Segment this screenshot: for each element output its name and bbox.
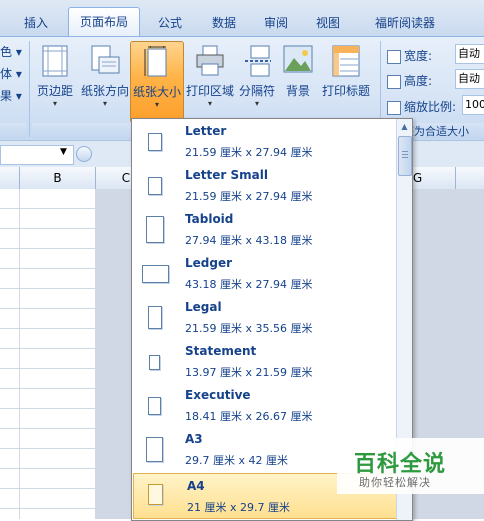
- paper-size-button[interactable]: 纸张大小 ▾: [130, 41, 184, 123]
- chevron-down-icon: ▾: [207, 99, 212, 108]
- page-icon: [148, 177, 162, 195]
- scale-icon: [387, 100, 401, 115]
- paper-size-icon: [144, 46, 170, 81]
- tab-formulas[interactable]: 公式: [142, 11, 198, 35]
- width-icon: [387, 49, 401, 64]
- page-icon: [148, 306, 162, 329]
- tab-page-layout[interactable]: 页面布局: [68, 7, 140, 37]
- print-area-button[interactable]: 打印区域 ▾: [184, 41, 236, 123]
- paper-size-name: Executive: [185, 388, 251, 402]
- print-area-icon: [195, 45, 225, 80]
- height-label: 高度:: [387, 72, 432, 89]
- paper-size-option[interactable]: Statement 13.97 厘米 x 21.59 厘米: [132, 339, 396, 383]
- page-icon: [148, 133, 162, 151]
- paper-size-option[interactable]: Tabloid 27.94 厘米 x 43.18 厘米: [132, 207, 396, 251]
- page-icon: [149, 355, 160, 370]
- margins-icon: [42, 45, 68, 80]
- tab-foxit-reader[interactable]: 福昕阅读器: [360, 11, 450, 35]
- paper-size-dimensions: 21.59 厘米 x 35.56 厘米: [185, 322, 313, 335]
- paper-size-name: A3: [185, 432, 203, 446]
- formula-bar-resize-handle[interactable]: [76, 146, 92, 162]
- breaks-icon: [243, 45, 271, 80]
- paper-size-dimensions: 21.59 厘米 x 27.94 厘米: [185, 146, 313, 159]
- scrollbar-thumb[interactable]: [398, 136, 412, 176]
- tab-data[interactable]: 数据: [196, 11, 252, 35]
- paper-size-name: Statement: [185, 344, 257, 358]
- orientation-button[interactable]: 纸张方向 ▾: [79, 41, 131, 123]
- page-icon: [142, 265, 169, 283]
- paper-size-name: Letter: [185, 124, 227, 138]
- print-titles-label: 打印标题: [321, 84, 370, 98]
- theme-group-footer: [0, 123, 26, 139]
- ribbon-tab-strip: 插入 页面布局 公式 数据 审阅 视图 福昕阅读器: [0, 0, 484, 37]
- paper-size-name: Tabloid: [185, 212, 234, 226]
- paper-size-name: Ledger: [185, 256, 233, 270]
- gridline: [19, 189, 20, 519]
- tab-insert[interactable]: 插入: [8, 11, 64, 35]
- column-divider: [455, 167, 456, 189]
- chevron-down-icon: ▾: [254, 99, 259, 108]
- paper-size-name: A4: [187, 479, 205, 493]
- theme-effects-button[interactable]: 果 ▾: [0, 87, 22, 104]
- paper-size-option[interactable]: Legal 21.59 厘米 x 35.56 厘米: [132, 295, 396, 339]
- paper-size-option[interactable]: Letter Small 21.59 厘米 x 27.94 厘米: [132, 163, 396, 207]
- tab-view[interactable]: 视图: [300, 11, 356, 35]
- scale-label: 缩放比例:: [387, 98, 456, 115]
- height-icon: [387, 74, 401, 89]
- orientation-icon: [90, 45, 120, 80]
- breaks-button[interactable]: 分隔符 ▾: [236, 41, 278, 123]
- paper-size-option[interactable]: Letter 21.59 厘米 x 27.94 厘米: [132, 119, 396, 163]
- grip-icon: [402, 151, 408, 159]
- group-separator: [29, 41, 30, 137]
- breaks-label: 分隔符: [238, 84, 275, 98]
- margins-button[interactable]: 页边距 ▾: [32, 41, 78, 123]
- width-label: 宽度:: [387, 47, 432, 64]
- paper-size-name: Letter Small: [185, 168, 268, 182]
- page-icon: [148, 397, 161, 415]
- chevron-down-icon: ▾: [52, 99, 57, 108]
- paper-size-dimensions: 13.97 厘米 x 21.59 厘米: [185, 366, 313, 379]
- background-icon: [283, 45, 313, 76]
- print-area-label: 打印区域: [185, 84, 234, 98]
- paper-size-label: 纸张大小: [132, 85, 181, 99]
- paper-size-dimensions: 18.41 厘米 x 26.67 厘米: [185, 410, 313, 423]
- page-icon: [146, 437, 163, 462]
- margins-label: 页边距: [36, 84, 73, 98]
- watermark-subtitle: 助你轻松解决: [359, 476, 431, 489]
- theme-colors-button[interactable]: 色 ▾: [0, 43, 22, 60]
- chevron-down-icon: ▾: [102, 99, 107, 108]
- chevron-down-icon: ▾: [154, 100, 159, 109]
- width-select[interactable]: 自动: [455, 44, 484, 64]
- paper-size-dimensions: 27.94 厘米 x 43.18 厘米: [185, 234, 313, 247]
- background-label: 背景: [285, 84, 310, 98]
- paper-size-dimensions: 21 厘米 x 29.7 厘米: [187, 501, 290, 514]
- orientation-label: 纸张方向: [80, 84, 129, 98]
- paper-size-name: Legal: [185, 300, 222, 314]
- watermark-logo: 百科全说 助你轻松解决: [337, 438, 484, 494]
- paper-size-dimensions: 29.7 厘米 x 42 厘米: [185, 454, 288, 467]
- tab-review[interactable]: 审阅: [248, 11, 304, 35]
- paper-size-option[interactable]: Ledger 43.18 厘米 x 27.94 厘米: [132, 251, 396, 295]
- scroll-up-arrow-icon[interactable]: ▲: [397, 119, 412, 134]
- paper-size-dimensions: 21.59 厘米 x 27.94 厘米: [185, 190, 313, 203]
- page-icon: [146, 216, 164, 243]
- scale-input[interactable]: 100: [462, 95, 484, 115]
- print-titles-icon: [332, 45, 360, 80]
- height-select[interactable]: 自动: [455, 69, 484, 89]
- paper-size-option[interactable]: Executive 18.41 厘米 x 26.67 厘米: [132, 383, 396, 427]
- background-button[interactable]: 背景: [280, 41, 316, 123]
- paper-size-dimensions: 43.18 厘米 x 27.94 厘米: [185, 278, 313, 291]
- page-icon: [148, 484, 163, 505]
- chevron-down-icon[interactable]: ▼: [60, 147, 67, 157]
- column-header-b[interactable]: B: [20, 167, 95, 189]
- print-titles-button[interactable]: 打印标题: [318, 41, 374, 123]
- theme-fonts-button[interactable]: 体 ▾: [0, 65, 22, 82]
